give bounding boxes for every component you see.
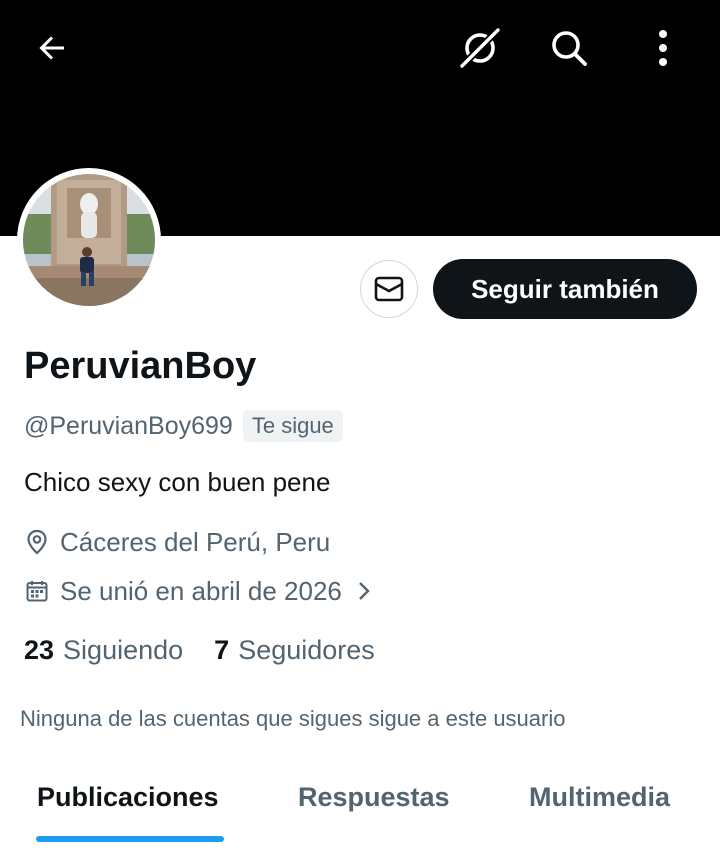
followers-label: Seguidores xyxy=(238,634,375,665)
tab-posts[interactable]: Publicaciones xyxy=(37,782,219,822)
search-icon xyxy=(552,31,587,66)
handle-row: @PeruvianBoy699 Te sigue xyxy=(24,407,343,445)
follow-stats: 23 Siguiendo 7 Seguidores xyxy=(24,631,375,669)
follows-you-badge: Te sigue xyxy=(242,410,343,442)
avatar-image xyxy=(23,174,155,306)
following-stat[interactable]: 23 Siguiendo xyxy=(24,635,183,666)
more-vertical-icon xyxy=(659,30,667,66)
more-options-button[interactable] xyxy=(635,20,691,76)
followers-stat[interactable]: 7 Seguidores xyxy=(214,635,375,666)
tab-replies[interactable]: Respuestas xyxy=(298,782,450,822)
grok-button[interactable] xyxy=(452,20,508,76)
calendar-icon xyxy=(24,578,50,604)
location-pin-icon xyxy=(24,529,50,555)
grok-icon xyxy=(458,26,502,70)
location-row: Cáceres del Perú, Peru xyxy=(24,524,330,560)
message-button[interactable] xyxy=(360,260,418,318)
location-text: Cáceres del Perú, Peru xyxy=(60,526,331,557)
followers-count: 7 xyxy=(214,634,230,665)
following-count: 23 xyxy=(24,634,55,665)
display-name: PeruvianBoy xyxy=(24,345,257,387)
active-tab-indicator xyxy=(36,836,224,842)
search-button[interactable] xyxy=(541,20,597,76)
avatar[interactable] xyxy=(17,168,161,312)
joined-date-row[interactable]: Se unió en abril de 2026 xyxy=(24,573,372,609)
bio: Chico sexy con buen pene xyxy=(24,467,331,497)
following-label: Siguiendo xyxy=(63,634,184,665)
arrow-left-icon xyxy=(39,36,64,60)
user-handle: @PeruvianBoy699 xyxy=(24,411,233,440)
joined-date-text: Se unió en abril de 2026 xyxy=(60,575,342,606)
follow-back-button[interactable]: Seguir también xyxy=(433,259,697,319)
profile-page: Seguir también PeruvianBoy @PeruvianBoy6… xyxy=(0,0,720,864)
chevron-right-icon xyxy=(356,580,372,602)
tab-media[interactable]: Multimedia xyxy=(529,782,670,822)
mutual-followers-note: Ninguna de las cuentas que sigues sigue … xyxy=(20,706,566,731)
envelope-icon xyxy=(374,276,404,302)
back-button[interactable] xyxy=(24,20,80,76)
